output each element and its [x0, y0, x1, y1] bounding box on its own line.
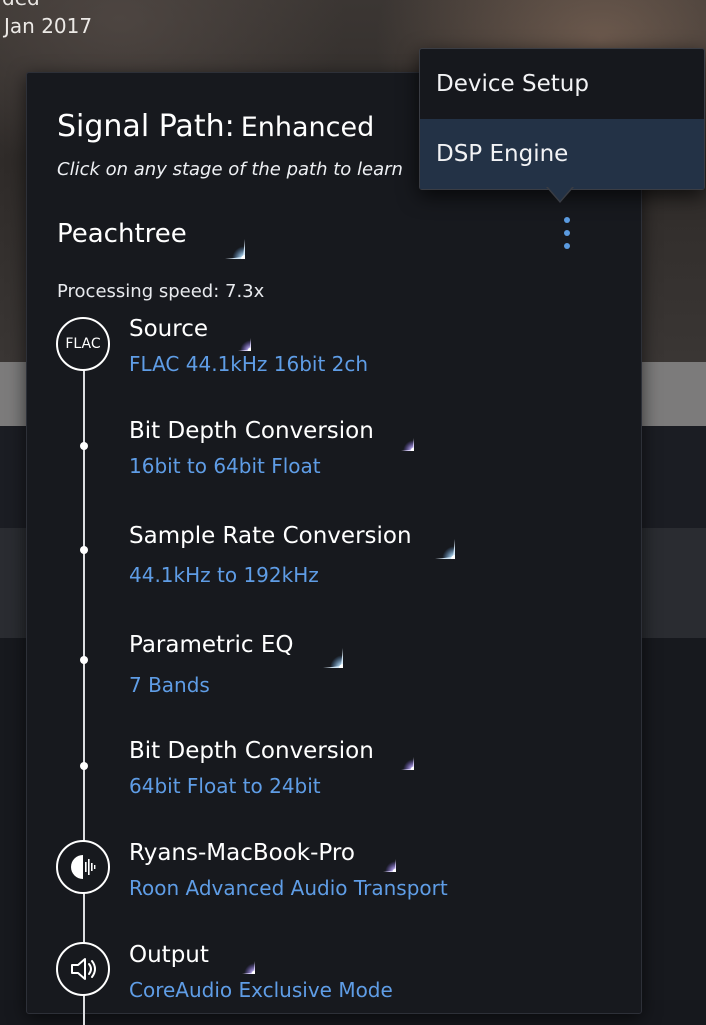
stage-dot	[80, 442, 88, 450]
stage-title[interactable]: Output	[129, 942, 209, 968]
processing-speed: Processing speed: 7.3x	[57, 281, 265, 302]
options-menu: Device Setup DSP Engine	[419, 48, 705, 190]
stage-detail: Roon Advanced Audio Transport	[129, 876, 448, 900]
flac-icon: FLAC	[56, 317, 110, 371]
high-quality-star-icon	[219, 938, 255, 974]
high-quality-star-icon	[378, 415, 414, 451]
zone-name: Peachtree	[57, 219, 187, 249]
high-quality-star-icon	[360, 836, 396, 872]
stage-detail: 44.1kHz to 192kHz	[129, 563, 319, 587]
stage-detail: FLAC 44.1kHz 16bit 2ch	[129, 352, 369, 376]
stage-title[interactable]: Bit Depth Conversion	[129, 738, 374, 764]
stage-detail: 64bit Float to 24bit	[129, 774, 321, 798]
stage-dot	[80, 656, 88, 664]
menu-item-device-setup[interactable]: Device Setup	[420, 49, 704, 119]
enhanced-star-icon	[411, 515, 455, 559]
menu-item-label: DSP Engine	[436, 141, 569, 167]
high-quality-star-icon	[215, 315, 251, 351]
stage-title[interactable]: Source	[129, 316, 208, 342]
panel-title-label: Signal Path:	[57, 109, 235, 144]
panel-title: Signal Path: Enhanced	[57, 109, 374, 144]
menu-item-dsp-engine[interactable]: DSP Engine	[420, 119, 704, 189]
stage-title[interactable]: Sample Rate Conversion	[129, 523, 412, 549]
enhanced-star-icon	[299, 624, 343, 668]
stage-title[interactable]: Parametric EQ	[129, 632, 294, 658]
stage-detail: CoreAudio Exclusive Mode	[129, 978, 393, 1002]
stage-dot	[80, 546, 88, 554]
stage-detail: 16bit to 64bit Float	[129, 454, 321, 478]
menu-item-label: Device Setup	[436, 71, 589, 97]
more-options-icon[interactable]	[557, 217, 577, 253]
stage-detail: 7 Bands	[129, 673, 210, 697]
stage-title[interactable]: Ryans-MacBook-Pro	[129, 840, 355, 866]
speaker-icon	[56, 942, 110, 996]
stage-dot	[80, 762, 88, 770]
high-quality-star-icon	[378, 734, 414, 770]
background-date: Jan 2017	[4, 14, 93, 38]
panel-hint: Click on any stage of the path to learn …	[57, 159, 407, 180]
menu-caret	[548, 187, 572, 201]
roon-transport-icon	[56, 840, 110, 894]
flac-node-label: FLAC	[65, 336, 101, 352]
background-partial-text: ded	[2, 0, 40, 10]
enhanced-star-icon	[201, 215, 245, 259]
signal-path-panel: Signal Path: Enhanced Click on any stage …	[26, 72, 642, 1025]
signal-path-mode: Enhanced	[240, 112, 375, 143]
stage-title[interactable]: Bit Depth Conversion	[129, 418, 374, 444]
